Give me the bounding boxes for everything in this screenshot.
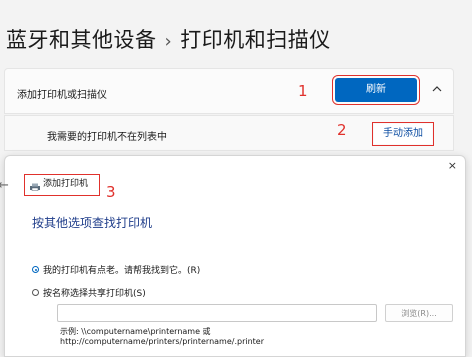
annotation-3: 3 [106,183,116,201]
printer-icon [29,180,41,191]
option-shared-printer[interactable]: 按名称选择共享打印机(S) [32,286,146,299]
dialog-title-text: 添加打印机 [43,179,89,189]
option-shared-label: 按名称选择共享打印机(S) [43,289,146,299]
chevron-up-icon[interactable] [432,84,442,93]
dialog-title: 添加打印机 [24,174,100,196]
option-older-printer[interactable]: 我的打印机有点老。请帮我找到它。(R) [32,263,200,276]
browse-button[interactable]: 浏览(R)... [385,304,453,322]
manual-add-button[interactable]: 手动添加 [372,122,434,146]
dialog-heading: 按其他选项查找打印机 [32,216,153,230]
radio-shared-printer[interactable] [32,289,39,296]
add-printer-label: 添加打印机或扫描仪 [17,90,107,101]
option-older-label: 我的打印机有点老。请帮我找到它。(R) [43,266,201,276]
refresh-button[interactable]: 刷新 [332,75,420,105]
annotation-2: 2 [337,121,347,139]
breadcrumb-separator: › [164,31,173,52]
breadcrumb: 蓝牙和其他设备 › 打印机和扫描仪 [6,24,331,54]
example-text: 示例: \\computername\printername 或 http://… [60,327,264,347]
radio-older-printer[interactable] [32,266,39,273]
back-arrow-icon[interactable]: ← [0,178,9,193]
close-icon[interactable]: × [448,159,457,172]
shared-printer-name-input[interactable] [57,304,377,322]
annotation-1: 1 [298,82,308,100]
example-line-1: 示例: \\computername\printername 或 [60,327,211,336]
breadcrumb-parent[interactable]: 蓝牙和其他设备 [6,28,157,52]
printer-not-listed-label: 我需要的打印机不在列表中 [47,132,167,143]
page-title: 打印机和扫描仪 [180,28,331,52]
example-line-2: http://computername/printers/printername… [60,337,265,346]
